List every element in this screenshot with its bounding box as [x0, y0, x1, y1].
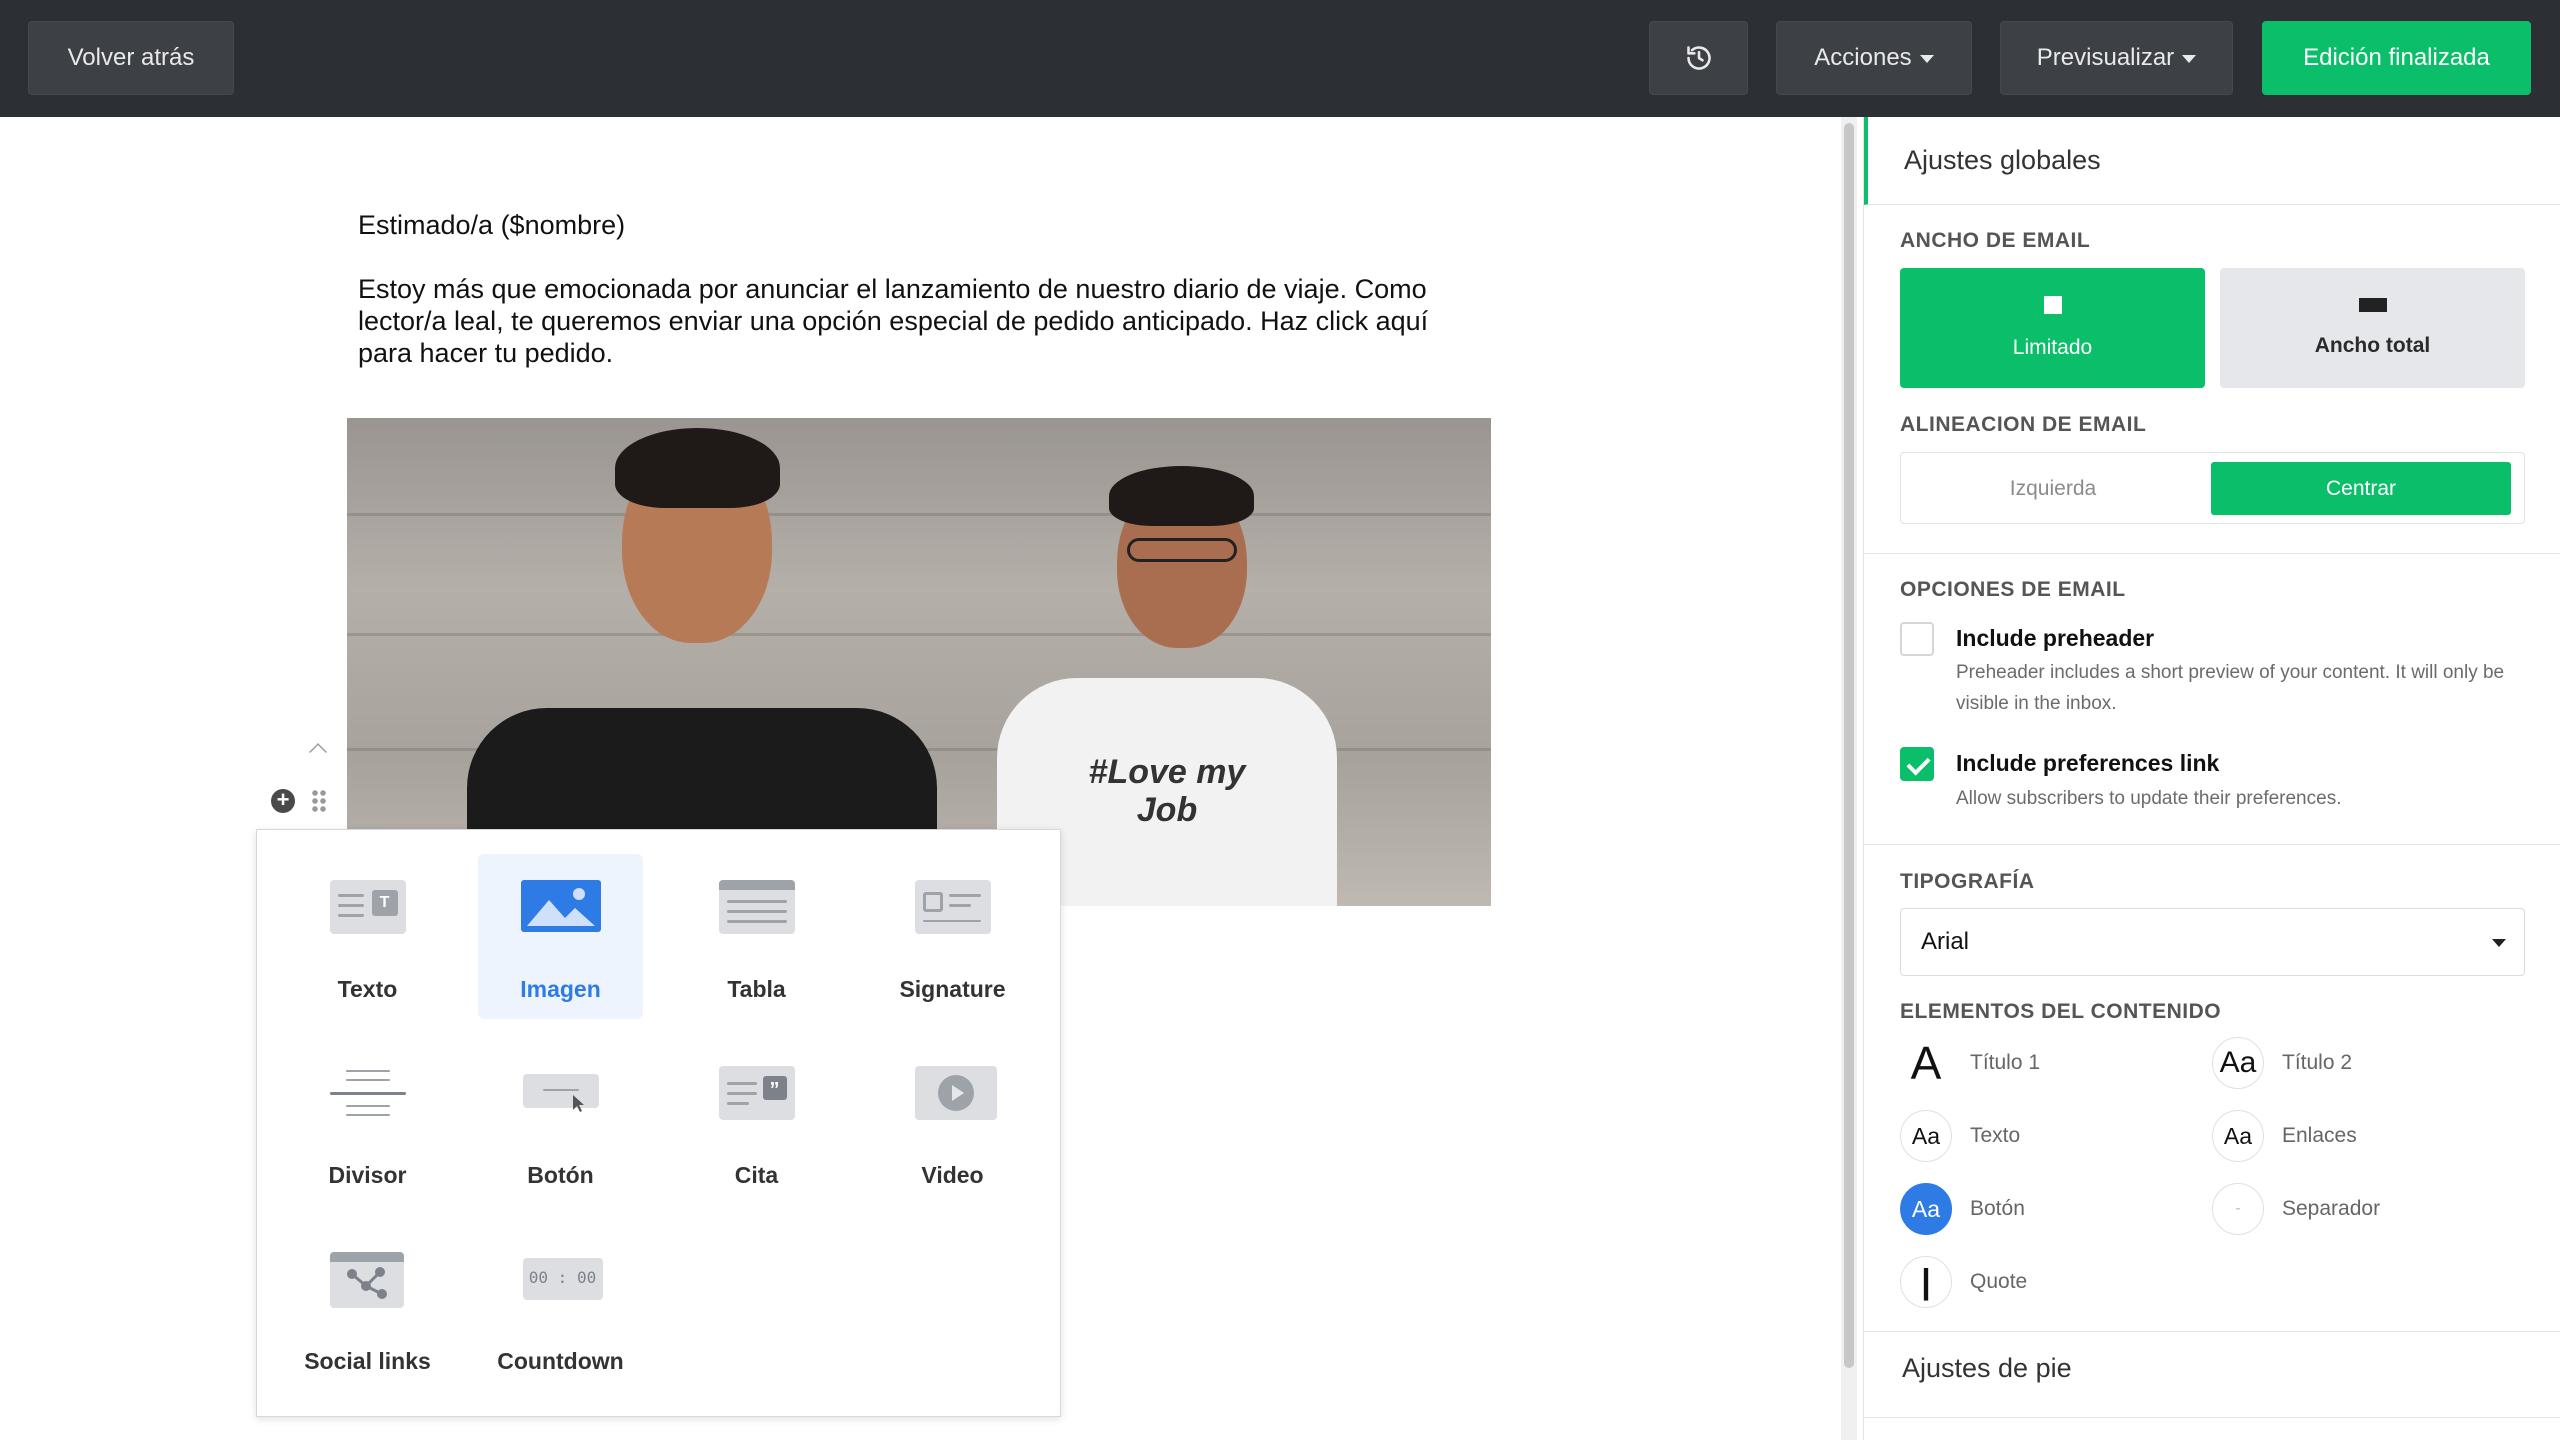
signature-block-icon [914, 876, 991, 936]
chevron-down-icon [1919, 55, 1934, 63]
block-option-divider[interactable]: Divisor [285, 1040, 450, 1205]
table-block-icon [718, 876, 795, 936]
content-element-quote[interactable]: | Quote [1900, 1256, 2027, 1308]
quote-block-icon: ” [718, 1062, 795, 1122]
content-element-text[interactable]: Aa Texto [1900, 1110, 2020, 1162]
preferences-link-title: Include preferences link [1956, 750, 2220, 776]
alignment-toggle-group: Izquierda Centrar [1900, 452, 2525, 524]
section-divider [1864, 1331, 2560, 1332]
section-divider [1864, 1417, 2560, 1418]
block-option-button[interactable]: Botón [478, 1040, 643, 1205]
font-select[interactable]: Arial [1900, 908, 2525, 976]
chevron-down-icon [2182, 55, 2197, 63]
block-option-social-links[interactable]: Social links [285, 1226, 450, 1391]
global-settings-panel: Ajustes globales ANCHO DE EMAIL Limitado… [1863, 117, 2560, 1440]
history-button[interactable] [1649, 21, 1748, 95]
chevron-down-icon [2492, 939, 2506, 947]
back-button[interactable]: Volver atrás [28, 21, 234, 95]
content-element-heading1[interactable]: A Título 1 [1900, 1037, 2040, 1089]
scrollbar-thumb[interactable] [1844, 123, 1854, 1368]
block-option-image[interactable]: Imagen [478, 854, 643, 1019]
button-style-icon: Aa [1900, 1183, 1952, 1235]
heading1-style-icon: A [1900, 1037, 1952, 1089]
typography-label: TIPOGRAFÍA [1900, 870, 2035, 893]
block-option-video[interactable]: Video [870, 1040, 1035, 1205]
section-divider [1864, 844, 2560, 845]
image-block-icon [520, 876, 601, 936]
actions-dropdown-button[interactable]: Acciones [1776, 21, 1972, 95]
email-options-label: OPCIONES DE EMAIL [1900, 578, 2126, 601]
content-element-links[interactable]: Aa Enlaces [2212, 1110, 2357, 1162]
wall-seam [347, 633, 1491, 636]
panel-title[interactable]: Ajustes globales [1864, 117, 2560, 205]
preheader-title: Include preheader [1956, 625, 2155, 651]
content-element-button[interactable]: Aa Botón [1900, 1183, 2025, 1235]
countdown-block-icon: 00 : 00 [522, 1248, 603, 1308]
separator-style-icon: - [2212, 1183, 2264, 1235]
top-bar: Volver atrás Acciones Previsualizar Edic… [0, 0, 2560, 117]
social-links-block-icon [329, 1248, 406, 1308]
content-elements-label: ELEMENTOS DEL CONTENIDO [1900, 1000, 2222, 1023]
heading2-style-icon: Aa [2212, 1037, 2264, 1089]
preheader-checkbox[interactable] [1900, 622, 1934, 656]
email-canvas[interactable]: Estimado/a ($nombre) Estoy más que emoci… [0, 117, 1840, 1440]
block-option-quote[interactable]: ” Cita [674, 1040, 839, 1205]
section-divider [1864, 553, 2560, 554]
drag-handle-icon[interactable] [311, 789, 327, 813]
button-block-icon [522, 1062, 599, 1122]
email-greeting: Estimado/a ($nombre) [358, 210, 626, 240]
footer-settings-section[interactable]: Ajustes de pie [1902, 1353, 2072, 1384]
block-option-signature[interactable]: Signature [870, 854, 1035, 1019]
finish-editing-button[interactable]: Edición finalizada [2262, 21, 2531, 95]
content-element-heading2[interactable]: Aa Título 2 [2212, 1037, 2352, 1089]
shirt-print-text: #Love my Job [1088, 753, 1246, 829]
email-alignment-label: ALINEACION DE EMAIL [1900, 413, 2147, 436]
wall-seam [347, 513, 1491, 516]
add-block-icon[interactable]: + [271, 789, 295, 813]
quote-style-icon: | [1900, 1256, 1952, 1308]
preferences-link-checkbox[interactable] [1900, 747, 1934, 781]
block-option-table[interactable]: Tabla [674, 854, 839, 1019]
divider-block-icon [329, 1062, 406, 1122]
links-style-icon: Aa [2212, 1110, 2264, 1162]
align-center-option[interactable]: Centrar [2211, 462, 2511, 515]
width-limited-option[interactable]: Limitado [1900, 268, 2205, 388]
block-option-countdown[interactable]: 00 : 00 Countdown [478, 1226, 643, 1391]
move-up-icon[interactable] [309, 743, 327, 761]
align-left-option[interactable]: Izquierda [1903, 462, 2203, 515]
width-full-option[interactable]: Ancho total [2220, 268, 2525, 388]
video-block-icon [914, 1062, 997, 1122]
text-block-icon: T [329, 876, 406, 936]
preview-dropdown-button[interactable]: Previsualizar [2000, 21, 2233, 95]
canvas-scrollbar[interactable] [1841, 117, 1857, 1440]
block-option-text[interactable]: T Texto [285, 854, 450, 1019]
content-element-separator[interactable]: - Separador [2212, 1183, 2380, 1235]
email-width-label: ANCHO DE EMAIL [1900, 229, 2091, 252]
preferences-link-description: Allow subscribers to update their prefer… [1956, 788, 2342, 809]
preheader-description: Preheader includes a short preview of yo… [1956, 662, 2505, 714]
block-picker-popover: T Texto Imagen Tabla Signature Divisor B… [256, 829, 1061, 1417]
email-body: Estoy más que emocionada por anunciar el… [358, 274, 1429, 368]
email-text-block[interactable]: Estimado/a ($nombre) Estoy más que emoci… [358, 209, 1478, 401]
history-icon [1686, 46, 1711, 70]
text-style-icon: Aa [1900, 1110, 1952, 1162]
limited-width-icon [2043, 296, 2062, 314]
full-width-icon [2358, 298, 2387, 312]
